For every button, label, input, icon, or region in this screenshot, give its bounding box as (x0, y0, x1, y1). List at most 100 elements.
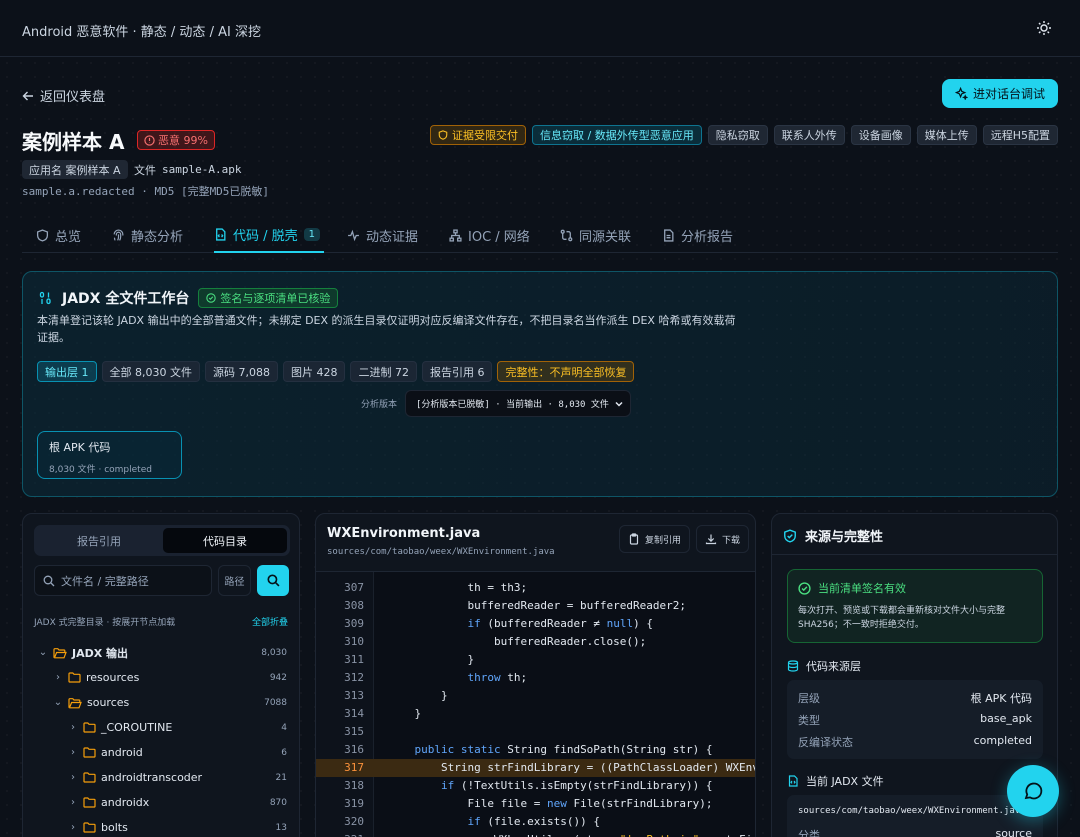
folder-open-icon (68, 697, 82, 709)
seg-code-dir[interactable]: 代码目录 (163, 528, 287, 553)
line-number: 314 (344, 707, 364, 720)
tree-node-count: 7088 (264, 697, 287, 708)
tree-node[interactable]: › androidtranscoder 21 (23, 765, 299, 790)
line-number: 307 (344, 581, 364, 594)
line-code: bufferedReader = bufferedReader2; (388, 597, 686, 615)
tree-node[interactable]: › androidx 870 (23, 790, 299, 815)
tree-node-count: 6 (281, 747, 287, 758)
collapse-all-button[interactable]: 全部折叠 (252, 615, 288, 628)
search-button[interactable] (257, 565, 289, 596)
tree-node[interactable]: ⌄ sources 7088 (23, 690, 299, 715)
chevron-down-icon: ⌄ (53, 697, 63, 708)
jadx-title: JADX 全文件工作台 (62, 291, 190, 307)
kv-key: 层级 (798, 692, 820, 705)
message-circle-icon (1022, 780, 1044, 802)
folder-icon (83, 747, 96, 758)
chevron-right-icon: › (56, 672, 60, 683)
tab-dynamic-evidence[interactable]: 动态证据 (347, 218, 418, 253)
code-text: File(strFindLibrary); (566, 797, 713, 810)
chip-output-layer[interactable]: 输出层 1 (37, 361, 97, 382)
chip-images[interactable]: 图片 428 (282, 361, 346, 382)
kv-value: base_apk (980, 712, 1032, 725)
version-selector: 分析版本 [分析版本已脱敏] · 当前输出 · 8,030 文件 (361, 390, 632, 417)
divider (772, 554, 1057, 555)
root-card-title: 根 APK 代码 (49, 441, 111, 454)
code-line: 321 WXLogUtils.e(str + "'s Path is" + st… (316, 831, 755, 837)
back-label: 返回仪表盘 (40, 90, 106, 105)
download-button[interactable]: 下载 (696, 525, 750, 553)
tree-node-label: sources (87, 696, 130, 709)
network-icon (449, 229, 462, 242)
file-label: 文件 (134, 163, 156, 177)
version-select[interactable]: [分析版本已脱敏] · 当前输出 · 8,030 文件 (405, 390, 632, 417)
copy-reference-button[interactable]: 复制引用 (619, 525, 691, 553)
kv-value: completed (973, 734, 1032, 747)
check-circle-icon (206, 293, 217, 303)
code-string: "'s Path is" (620, 833, 699, 837)
theme-toggle-sun-icon[interactable] (1036, 20, 1052, 36)
code-keyword: if (467, 617, 481, 630)
tab-static-analysis[interactable]: 静态分析 (112, 218, 183, 253)
version-value: [分析版本已脱敏] · 当前输出 · 8,030 文件 (416, 400, 609, 410)
tag-label: 联系人外传 (781, 129, 837, 142)
tree-node-count: 4 (281, 722, 287, 733)
code-viewer-panel: WXEnvironment.java sources/com/taobao/we… (315, 513, 756, 837)
tab-ioc-network[interactable]: IOC / 网络 (449, 218, 530, 253)
tag-behavior: 设备画像 (850, 125, 911, 145)
code-text: bufferedReader = bufferedReader2; (388, 599, 687, 612)
back-to-dashboard-link[interactable]: 返回仪表盘 (22, 86, 105, 105)
version-label: 分析版本 (361, 400, 398, 410)
line-number: 311 (344, 653, 364, 666)
chip-binary[interactable]: 二进制 72 (350, 361, 417, 382)
code-text: WXLogUtils.e(str + (388, 833, 620, 837)
chevron-down-icon: ⌄ (38, 647, 48, 658)
tab-homology[interactable]: 同源关联 (560, 218, 631, 253)
seg-report-refs[interactable]: 报告引用 (37, 528, 161, 553)
code-text: File file = (388, 797, 547, 810)
chip-all-files[interactable]: 全部 8,030 文件 (101, 361, 200, 382)
code-text: th; (500, 671, 528, 684)
root-apk-code-card[interactable]: 根 APK 代码 8,030 文件 · completed (37, 431, 182, 479)
tree-node[interactable]: › android 6 (23, 740, 299, 765)
folder-icon (68, 672, 81, 683)
tab-overview[interactable]: 总览 (36, 218, 81, 253)
path-toggle-button[interactable]: 路径 (218, 565, 251, 596)
tag-label: 设备画像 (858, 129, 903, 142)
line-code: public static String findSoPath(String s… (388, 741, 713, 759)
tag-behavior: 远程H5配置 (982, 125, 1058, 145)
debug-console-label: 进对话台调试 (972, 87, 1045, 101)
case-title: 案例样本 A (22, 130, 125, 154)
check-circle-icon (798, 581, 811, 595)
debug-console-button[interactable]: 进对话台调试 (942, 79, 1058, 108)
chip-report-refs[interactable]: 报告引用 6 (421, 361, 493, 382)
tab-label: 代码 / 脱壳 (233, 229, 298, 244)
tab-code-unpack[interactable]: 代码 / 脱壳 1 (214, 218, 325, 253)
chip-source[interactable]: 源码 7,088 (204, 361, 278, 382)
code-text: th = th3; (388, 581, 528, 594)
package-md5-line: sample.a.redacted · MD5 [完整MD5已脱敏] (22, 185, 270, 198)
tree-node[interactable]: › bolts 13 (23, 815, 299, 837)
folder-icon (83, 772, 96, 783)
file-code-icon (214, 228, 227, 241)
chevron-right-icon: › (71, 772, 75, 783)
chevron-right-icon: › (71, 722, 75, 733)
folder-icon (83, 822, 96, 833)
tree-node-count: 942 (269, 672, 287, 683)
tab-report[interactable]: 分析报告 (662, 218, 733, 253)
chat-assistant-button[interactable] (1007, 765, 1059, 817)
kv-value: source (995, 827, 1032, 837)
tree-node-root[interactable]: ⌄ JADX 输出 8,030 (23, 640, 299, 665)
code-line: 319 File file = new File(strFindLibrary)… (316, 795, 755, 813)
chevron-right-icon: › (71, 747, 75, 758)
code-line: 315 (316, 723, 755, 741)
sparkles-icon (954, 87, 968, 100)
tree-node[interactable]: › _COROUTINE 4 (23, 715, 299, 740)
line-number: 321 (316, 831, 364, 837)
search-input[interactable]: 文件名 / 完整路径 (34, 565, 212, 596)
folder-icon (83, 797, 96, 808)
app-name-badge: 应用名 案例样本 A (22, 160, 128, 179)
code-text: String findSoPath(String str) { (500, 743, 713, 756)
tree-node[interactable]: › resources 942 (23, 665, 299, 690)
